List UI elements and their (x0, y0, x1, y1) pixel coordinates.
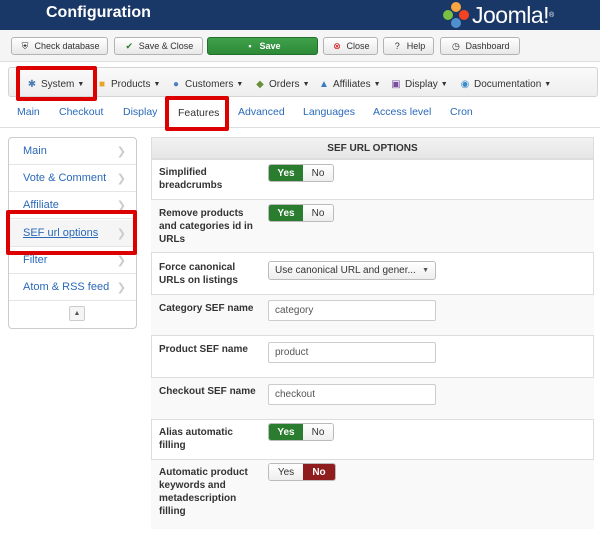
alias-filling-toggle[interactable]: Yes No (268, 423, 334, 441)
close-icon: ⊗ (333, 40, 341, 51)
users-icon: ● (172, 78, 180, 90)
no-option[interactable]: No (303, 424, 333, 440)
yes-option[interactable]: Yes (269, 424, 303, 440)
caret-down-icon: ▼ (544, 80, 552, 88)
globe-icon: ◉ (460, 78, 470, 90)
option-label: Category SEF name (159, 303, 254, 314)
chevron-right-icon: ❯ (116, 145, 126, 158)
sidebar-item-main[interactable]: Main ❯ (9, 138, 136, 165)
dashboard-button[interactable]: ◷ Dashboard (440, 37, 520, 55)
option-label: Checkout SEF name (159, 386, 256, 397)
chevron-right-icon: ❯ (116, 254, 126, 267)
joomla-mark-icon (443, 2, 469, 28)
joomla-logo: Joomla! ® (443, 0, 554, 30)
affiliate-icon: ▲ (319, 78, 329, 90)
option-label: Force canonical URLs on listings (159, 262, 238, 286)
caret-down-icon: ▼ (373, 80, 381, 88)
menu-documentation[interactable]: ◉ Documentation ▼ (459, 77, 552, 91)
tab-display[interactable]: Display (123, 106, 157, 118)
remove-ids-toggle[interactable]: Yes No (268, 204, 334, 222)
caret-down-icon: ▼ (236, 80, 244, 88)
auto-keywords-toggle[interactable]: Yes No (268, 463, 336, 481)
cart-icon: ◆ (256, 78, 264, 90)
help-button[interactable]: ? Help (383, 37, 434, 55)
tab-languages[interactable]: Languages (303, 106, 355, 118)
sidebar-item-affiliate[interactable]: Affiliate ❯ (9, 192, 136, 219)
category-sef-input[interactable]: category (268, 300, 436, 321)
no-option[interactable]: No (303, 464, 335, 480)
simplified-breadcrumbs-toggle[interactable]: Yes No (268, 164, 334, 182)
save-icon: ▪ (248, 41, 252, 51)
option-label: Remove products and categories id in URL… (159, 208, 253, 245)
yes-option[interactable]: Yes (269, 165, 303, 181)
chevron-right-icon: ❯ (116, 199, 126, 212)
tab-advanced[interactable]: Advanced (238, 106, 285, 118)
save-close-button[interactable]: ✔ Save & Close (114, 37, 203, 55)
caret-down-icon: ▼ (153, 80, 161, 88)
menu-products[interactable]: ■ Products ▼ (96, 77, 160, 91)
option-label: Automatic product keywords and metadescr… (159, 467, 248, 517)
menu-display[interactable]: ▣ Display ▼ (390, 77, 448, 91)
yes-option[interactable]: Yes (269, 205, 303, 221)
tabs-divider (0, 127, 600, 128)
sidebar-item-sef-url-options[interactable]: SEF url options ❯ (9, 220, 136, 247)
registered-mark: ® (549, 11, 555, 19)
check-database-button[interactable]: ⛨ Check database (11, 37, 108, 55)
wrench-icon: ✱ (27, 78, 37, 90)
tab-checkout[interactable]: Checkout (59, 106, 103, 118)
tab-features[interactable]: Features (168, 97, 230, 128)
menu-system[interactable]: ✱ System ▼ (26, 77, 84, 91)
dashboard-icon: ◷ (452, 40, 460, 51)
close-button[interactable]: ⊗ Close (323, 37, 378, 55)
menu-orders[interactable]: ◆ Orders ▼ (254, 77, 310, 91)
menu-affiliates[interactable]: ▲ Affiliates ▼ (318, 77, 381, 91)
yes-option[interactable]: Yes (269, 464, 303, 480)
caret-down-icon: ▼ (302, 80, 310, 88)
sidebar-item-vote-comment[interactable]: Vote & Comment ❯ (9, 165, 136, 192)
tab-cron[interactable]: Cron (450, 106, 473, 118)
chevron-right-icon: ❯ (116, 227, 126, 240)
sidebar-item-filter[interactable]: Filter ❯ (9, 247, 136, 274)
menu-customers[interactable]: ● Customers ▼ (170, 77, 243, 91)
save-button[interactable]: ▪ Save (207, 37, 318, 55)
joomla-wordmark: Joomla! (472, 1, 550, 28)
display-icon: ▣ (391, 78, 401, 90)
check-icon: ✔ (125, 40, 133, 51)
box-icon: ■ (98, 78, 106, 90)
checkout-sef-input[interactable]: checkout (268, 384, 436, 405)
tab-main[interactable]: Main (17, 106, 40, 118)
sidebar-item-atom-rss[interactable]: Atom & RSS feed ❯ (9, 274, 136, 301)
help-icon: ? (394, 41, 400, 51)
caret-down-icon: ▼ (77, 80, 85, 88)
chevron-right-icon: ❯ (116, 172, 126, 185)
no-option[interactable]: No (303, 165, 333, 181)
shield-icon: ⛨ (21, 40, 29, 51)
dropdown-arrow-icon: ▼ (422, 267, 429, 274)
option-label: Simplified breadcrumbs (159, 167, 223, 191)
caret-down-icon: ▼ (440, 80, 448, 88)
option-label: Alias automatic filling (159, 427, 233, 451)
eject-icon: ▲ (73, 310, 81, 317)
option-label: Product SEF name (159, 344, 248, 355)
canonical-url-select[interactable]: Use canonical URL and gener... ▼ (268, 261, 436, 280)
panel-title: SEF URL OPTIONS (151, 137, 594, 159)
tab-access-level[interactable]: Access level (373, 106, 431, 118)
product-sef-input[interactable]: product (268, 342, 436, 363)
app-header: Configuration Joomla! ® (0, 0, 600, 30)
no-option[interactable]: No (303, 205, 333, 221)
chevron-right-icon: ❯ (116, 281, 126, 294)
collapse-sidebar-button[interactable]: ▲ (69, 306, 85, 321)
page-title: Configuration (46, 4, 151, 21)
